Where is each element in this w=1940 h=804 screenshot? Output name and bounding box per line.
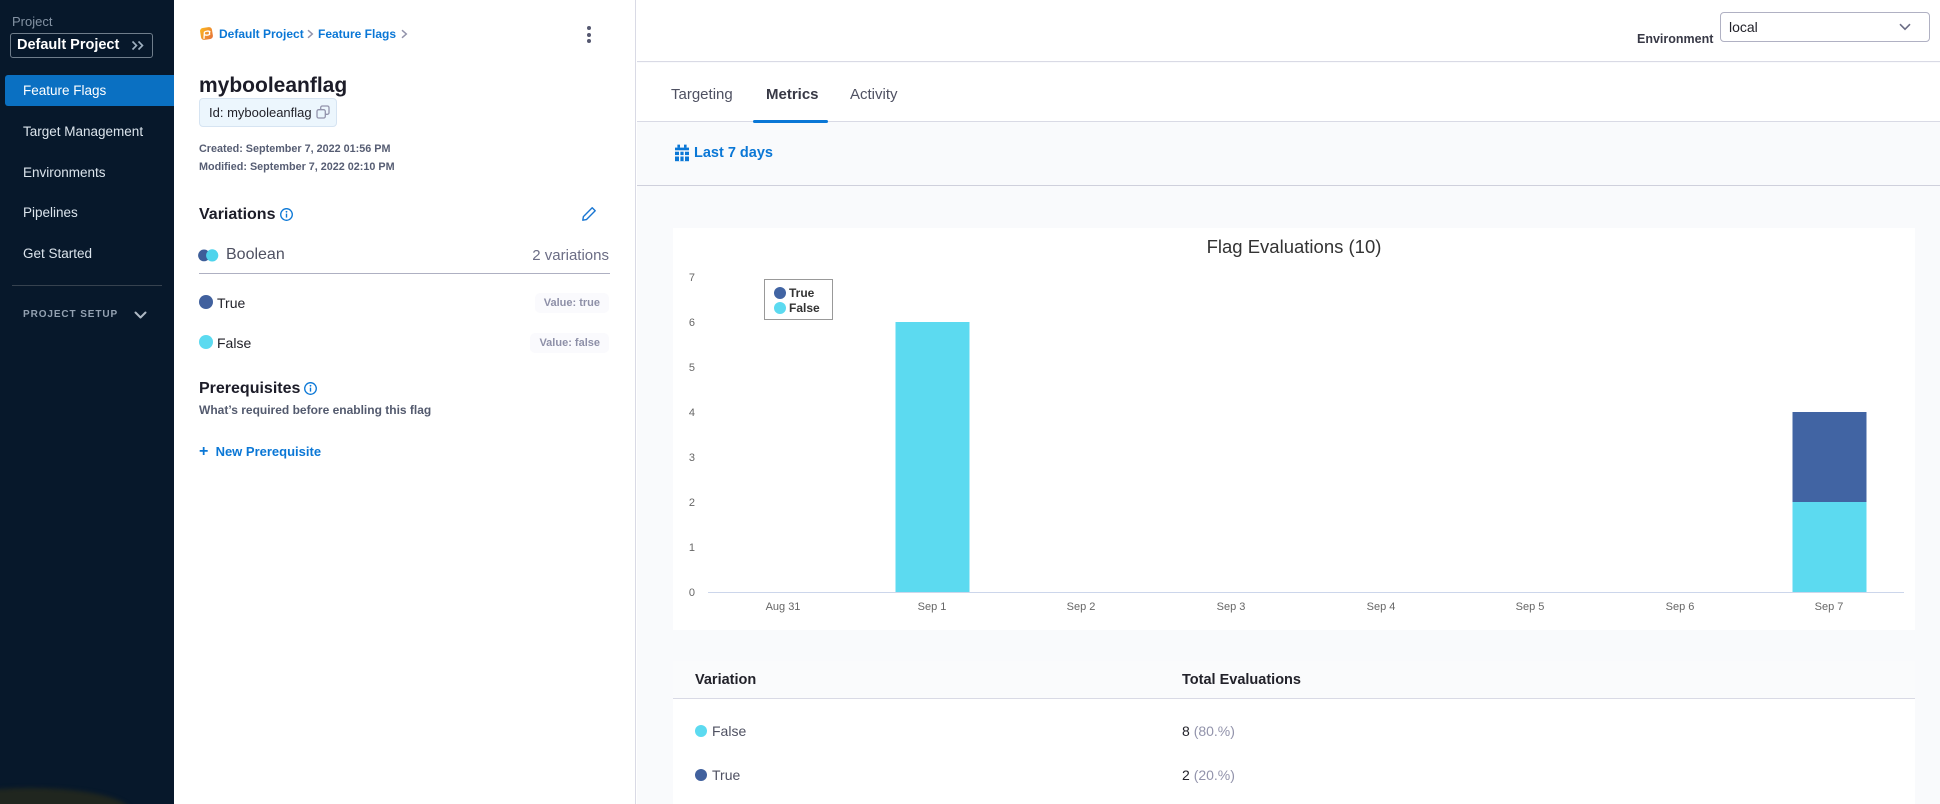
svg-text:Sep 7: Sep 7 [1815,601,1844,613]
svg-text:Sep 3: Sep 3 [1217,601,1246,613]
svg-text:4: 4 [689,407,695,419]
svg-text:3: 3 [689,452,695,464]
svg-text:Sep 1: Sep 1 [918,601,947,613]
svg-text:Sep 6: Sep 6 [1666,601,1695,613]
svg-text:5: 5 [689,362,695,374]
svg-text:Flag Evaluations (10): Flag Evaluations (10) [1207,236,1382,257]
svg-text:0: 0 [689,587,695,599]
svg-text:Aug 31: Aug 31 [766,601,801,613]
svg-text:True: True [789,286,815,300]
svg-text:6: 6 [689,317,695,329]
svg-text:Sep 4: Sep 4 [1367,601,1396,613]
svg-text:Sep 5: Sep 5 [1516,601,1545,613]
svg-text:7: 7 [689,272,695,284]
svg-text:1: 1 [689,542,695,554]
svg-text:2: 2 [689,497,695,509]
svg-text:Sep 2: Sep 2 [1067,601,1096,613]
svg-text:False: False [789,301,820,315]
